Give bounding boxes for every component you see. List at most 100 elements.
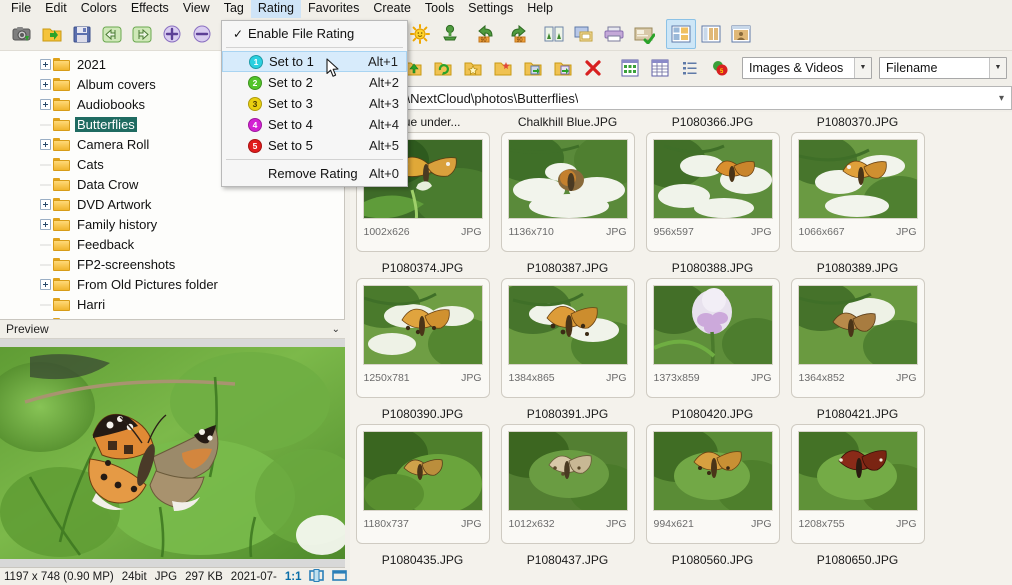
tree-item-family-history[interactable]: Family history	[0, 214, 344, 234]
thumbnail-cell[interactable]: 1373x859 JPG P1080420.JPG	[640, 278, 785, 424]
forward-arrow-icon[interactable]	[127, 19, 157, 49]
compare-images-icon[interactable]	[539, 19, 569, 49]
menu-item-set-to-5[interactable]: 5 Set to 5 Alt+5	[222, 135, 407, 156]
refresh-folder-icon[interactable]	[428, 53, 458, 83]
view-single-image-icon[interactable]	[726, 19, 756, 49]
wallpaper-icon[interactable]	[569, 19, 599, 49]
back-arrow-icon[interactable]	[97, 19, 127, 49]
brightness-sun-icon[interactable]	[405, 19, 435, 49]
menu-item-remove-rating[interactable]: Remove Rating Alt+0	[222, 163, 407, 184]
save-icon[interactable]	[67, 19, 97, 49]
menu-help[interactable]: Help	[520, 0, 560, 18]
thumbnail-card[interactable]: 1136x710 JPG	[501, 132, 635, 252]
tree-item-harri[interactable]: Harri	[0, 294, 344, 314]
menu-colors[interactable]: Colors	[74, 0, 124, 18]
path-address-bar[interactable]: k\NextCloud\photos\Butterflies\ ▾	[396, 86, 1012, 110]
menu-rating[interactable]: Rating	[251, 0, 301, 18]
thumbnail-card[interactable]: 1373x859 JPG	[646, 278, 780, 398]
open-folder-icon[interactable]	[37, 19, 67, 49]
clone-stamp-icon[interactable]	[435, 19, 465, 49]
delete-icon[interactable]	[578, 53, 608, 83]
thumbnail-cell[interactable]: 1180x737 JPG P1080435.JPG	[350, 424, 495, 570]
thumbnail-cell[interactable]: 1250x781 JPG P1080390.JPG	[350, 278, 495, 424]
menu-tools[interactable]: Tools	[418, 0, 461, 18]
thumbnail-card[interactable]: 956x597 JPG	[646, 132, 780, 252]
view-filmstrip-icon[interactable]	[696, 19, 726, 49]
thumbnail-card[interactable]: 1384x865 JPG	[501, 278, 635, 398]
folder-icon	[53, 278, 70, 291]
tree-item-dvd-artwork[interactable]: DVD Artwork	[0, 194, 344, 214]
media-filter-combo[interactable]: Images & Videos ▼	[742, 57, 872, 79]
zoom-in-icon[interactable]	[157, 19, 187, 49]
thumbnail-card[interactable]: 1180x737 JPG	[356, 424, 490, 544]
expand-icon[interactable]	[40, 59, 51, 70]
new-folder-icon[interactable]	[488, 53, 518, 83]
copy-to-folder-icon[interactable]	[518, 53, 548, 83]
expand-icon[interactable]	[40, 219, 51, 230]
list-view-icon[interactable]	[675, 53, 705, 83]
thumbnail-cell[interactable]: 1012x632 JPG P1080437.JPG	[495, 424, 640, 570]
menu-view[interactable]: View	[176, 0, 217, 18]
sort-combo[interactable]: Filename ▼	[879, 57, 1007, 79]
menu-create[interactable]: Create	[366, 0, 418, 18]
status-zoom-level[interactable]: 1:1	[281, 571, 306, 583]
expand-icon[interactable]	[40, 279, 51, 290]
preview-panel[interactable]	[0, 339, 345, 567]
fit-window-icon[interactable]	[305, 569, 328, 585]
menu-edit[interactable]: Edit	[38, 0, 74, 18]
menu-settings[interactable]: Settings	[461, 0, 520, 18]
view-thumbnails-icon[interactable]	[666, 19, 696, 49]
thumbnail-cell[interactable]: 1136x710 JPG P1080387.JPG	[495, 132, 640, 278]
details-view-icon[interactable]	[645, 53, 675, 83]
thumbnail-card[interactable]: 1208x755 JPG	[791, 424, 925, 544]
expand-icon[interactable]	[40, 139, 51, 150]
thumbnail-card[interactable]: 1364x852 JPG	[791, 278, 925, 398]
thumbnail-cell[interactable]: P1080370.JPG	[785, 112, 930, 132]
thumbnail-card[interactable]: 1250x781 JPG	[356, 278, 490, 398]
favorite-folder-icon[interactable]	[458, 53, 488, 83]
thumbnail-cell[interactable]: 1208x755 JPG P1080650.JPG	[785, 424, 930, 570]
email-send-icon[interactable]	[629, 19, 659, 49]
thumbnail-cell[interactable]: P1080366.JPG	[640, 112, 785, 132]
menu-file[interactable]: File	[4, 0, 38, 18]
menu-item-enable-file-rating[interactable]: ✓ Enable File Rating	[222, 23, 407, 44]
menu-tag[interactable]: Tag	[217, 0, 251, 18]
redo-icon[interactable]: 90	[502, 19, 532, 49]
menu-item-set-to-3[interactable]: 3 Set to 3 Alt+3	[222, 93, 407, 114]
thumbnail-cell[interactable]: 1364x852 JPG P1080421.JPG	[785, 278, 930, 424]
chevron-down-icon[interactable]: ▼	[854, 58, 871, 78]
filter-icon[interactable]: 5	[705, 53, 735, 83]
menu-item-set-to-2[interactable]: 2 Set to 2 Alt+2	[222, 72, 407, 93]
rating-dropdown-menu[interactable]: ✓ Enable File Rating 1 Set to 1 Alt+1 2 …	[221, 20, 408, 187]
print-icon[interactable]	[599, 19, 629, 49]
zoom-out-icon[interactable]	[187, 19, 217, 49]
thumbnail-cell[interactable]: 956x597 JPG P1080388.JPG	[640, 132, 785, 278]
thumbnail-card[interactable]: 1066x667 JPG	[791, 132, 925, 252]
thumbnail-grid[interactable]: ll Blue under... Chalkhill Blue.JPG P108…	[350, 112, 1012, 585]
thumbnail-cell[interactable]: Chalkhill Blue.JPG	[495, 112, 640, 132]
menu-favorites[interactable]: Favorites	[301, 0, 366, 18]
thumbnail-cell[interactable]: 994x621 JPG P1080560.JPG	[640, 424, 785, 570]
undo-icon[interactable]: 90	[472, 19, 502, 49]
thumbnail-cell[interactable]: 1066x667 JPG P1080389.JPG	[785, 132, 930, 278]
expand-icon[interactable]	[40, 79, 51, 90]
move-to-folder-icon[interactable]	[548, 53, 578, 83]
thumbnail-card[interactable]: 1012x632 JPG	[501, 424, 635, 544]
chevron-down-icon[interactable]: ▾	[999, 93, 1011, 104]
thumbnail-cell[interactable]: 1384x865 JPG P1080391.JPG	[495, 278, 640, 424]
thumbnail-view-icon[interactable]	[615, 53, 645, 83]
expand-icon[interactable]	[40, 99, 51, 110]
actual-size-icon[interactable]	[328, 569, 351, 585]
menu-item-set-to-4[interactable]: 4 Set to 4 Alt+4	[222, 114, 407, 135]
chevron-down-icon[interactable]: ▼	[989, 58, 1006, 78]
menu-effects[interactable]: Effects	[124, 0, 176, 18]
thumbnail-card[interactable]: 994x621 JPG	[646, 424, 780, 544]
expand-icon[interactable]	[40, 199, 51, 210]
tree-item-fp2-screenshots[interactable]: FP2-screenshots	[0, 254, 344, 274]
collapse-chevrons-icon[interactable]: ⌄	[332, 324, 339, 335]
acquire-camera-icon[interactable]	[7, 19, 37, 49]
tree-item-from-old-pictures-folder[interactable]: From Old Pictures folder	[0, 274, 344, 294]
thumbnail-meta: 1136x710 JPG	[507, 219, 629, 245]
menu-item-set-to-1[interactable]: 1 Set to 1 Alt+1	[222, 51, 407, 72]
tree-item-feedback[interactable]: Feedback	[0, 234, 344, 254]
